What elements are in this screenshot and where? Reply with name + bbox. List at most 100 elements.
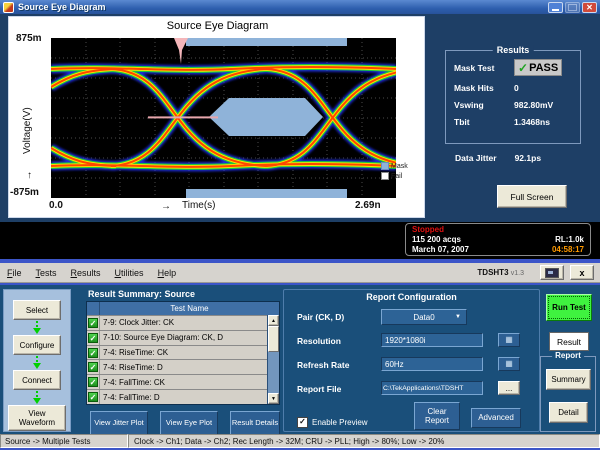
acquisition-state: Stopped [412,225,444,235]
date-label: March 07, 2007 [412,245,469,255]
detail-button[interactable]: Detail [549,402,588,423]
scrollbar-track[interactable] [268,352,279,393]
menu-utilities[interactable]: Utilities [108,268,151,278]
close-button[interactable]: ✕ [582,2,597,13]
clear-report-button[interactable]: Clear Report [414,402,460,430]
app-version: v1.3 [511,270,524,277]
enable-preview-checkbox[interactable]: ✓ [297,417,308,428]
connect-button[interactable]: Connect [13,370,61,390]
pass-check-icon: ✓ [88,392,98,402]
x-axis-label: Time(s) [182,200,216,211]
window-title: Source Eye Diagram [18,2,106,12]
result-summary-title: Result Summary: Source [88,289,195,299]
workflow-arrow-icon [32,321,42,334]
report-configuration-title: Report Configuration [284,292,539,302]
table-row[interactable]: ✓ 7-9: Clock Jitter: CK [87,315,267,330]
menu-tests[interactable]: Tests [29,268,64,278]
refresh-keypad-button[interactable]: ▦ [498,357,520,371]
enable-preview-control: ✓ Enable Preview [297,417,368,428]
full-screen-button[interactable]: Full Screen [497,185,567,208]
pass-check-icon: ✓ [88,318,98,328]
report-configuration-panel: Report Configuration Pair (CK, D) Data0 … [283,289,540,432]
vswing-label: Vswing [454,100,514,110]
data-jitter-label: Data Jitter [455,153,497,163]
table-row[interactable]: ✓ 7-4: FallTime: D [87,389,267,404]
workflow-arrow-icon [32,391,42,404]
advanced-button[interactable]: Advanced [471,408,521,428]
eye-diagram [51,38,396,198]
report-group: Report Summary Detail [540,356,596,432]
app-close-button[interactable]: x [570,265,594,280]
refresh-rate-input[interactable]: 60Hz [381,357,483,371]
report-file-label: Report File [297,384,341,394]
status-configuration: Clock -> Ch1; Data -> Ch2; Rec Length ->… [128,434,600,448]
data-jitter-row: Data Jitter 92.1ps [455,153,541,163]
view-eye-plot-button[interactable]: View Eye Plot [160,411,218,435]
maximize-button[interactable] [565,2,580,13]
menu-results[interactable]: Results [64,268,108,278]
enable-preview-label: Enable Preview [312,418,368,427]
run-test-button[interactable]: Run Test [546,294,592,321]
report-file-input[interactable]: C:\TekApplications\TDSHT [381,381,483,395]
view-jitter-plot-button[interactable]: View Jitter Plot [90,411,148,435]
chevron-down-icon: ▼ [455,314,461,320]
hide-app-button[interactable] [540,265,564,280]
y-axis-label: Voltage(V) [22,79,35,183]
status-bar: Source -> Multiple Tests Clock -> Ch1; D… [0,434,600,448]
app-id: TDSHT3 v1.3 [477,268,524,277]
mask-hits-row: Mask Hits 0 [454,83,576,93]
test-name-column-header: Test Name [100,302,279,315]
result-button[interactable]: Result [549,332,589,351]
app-name: TDSHT3 [477,268,508,277]
test-name: 7-9: Clock Jitter: CK [100,316,267,330]
scrollbar-thumb[interactable] [268,326,279,352]
table-row[interactable]: ✓ 7-10: Source Eye Diagram: CK, D [87,330,267,345]
status-column-header [87,302,100,315]
tbit-value: 1.3468ns [514,117,550,127]
menu-file[interactable]: File [0,268,29,278]
summary-button[interactable]: Summary [546,369,591,390]
test-name: 7-4: FallTime: D [100,390,267,404]
x-axis-arrow-icon: → [161,201,171,212]
mask-legend-label: Mask [391,163,408,170]
menu-help[interactable]: Help [151,268,184,278]
configure-button[interactable]: Configure [13,335,61,355]
browse-file-button[interactable]: ... [498,381,520,395]
scope-status-box: Stopped 115 200 acqs RL:1.0k March 07, 2… [405,223,591,256]
close-icon: ✕ [586,4,593,12]
select-button[interactable]: Select [13,300,61,320]
fail-legend-swatch [381,172,389,180]
pair-value: Data0 [413,313,434,322]
scrollbar[interactable]: ▲ ▼ [267,315,279,404]
table-row[interactable]: ✓ 7-4: RiseTime: CK [87,345,267,360]
pair-dropdown[interactable]: Data0 ▼ [381,309,467,325]
time-label: 04:58:17 [552,245,584,255]
test-name: 7-10: Source Eye Diagram: CK, D [100,331,267,345]
resolution-keypad-button[interactable]: ▦ [498,333,520,347]
status-source: Source -> Multiple Tests [0,434,128,448]
table-row[interactable]: ✓ 7-4: RiseTime: D [87,359,267,374]
y-axis-top-tick: 875m [16,33,42,44]
plot-legend: Mask Fail [381,162,408,180]
y-axis-bottom-tick: -875m [10,187,39,198]
mask-test-row: Mask Test ✓ PASS [454,59,576,76]
pass-check-icon: ✓ [88,362,98,372]
scroll-down-button[interactable]: ▼ [268,393,279,404]
resolution-input[interactable]: 1920*1080i [381,333,483,347]
fail-legend-label: Fail [391,173,402,180]
view-waveform-button[interactable]: View Waveform [8,405,66,431]
y-axis-arrow-icon: ↑ [27,170,32,181]
result-details-button[interactable]: Result Details [230,411,280,435]
mask-hits-value: 0 [514,83,519,93]
scope-status-strip: Stopped 115 200 acqs RL:1.0k March 07, 2… [0,222,600,259]
minimize-button[interactable] [548,2,563,13]
test-name: 7-4: FallTime: CK [100,375,267,389]
pair-label: Pair (CK, D) [297,312,344,322]
table-row[interactable]: ✓ 7-4: FallTime: CK [87,374,267,389]
test-name: 7-4: RiseTime: D [100,360,267,374]
main-display-area: Source Eye Diagram [0,14,600,222]
results-group-title: Results [493,45,534,55]
workflow-sidebar: Select Configure Connect View Waveform [3,289,71,432]
scroll-up-button[interactable]: ▲ [268,315,279,326]
control-panel: Select Configure Connect View Waveform R… [0,283,600,434]
